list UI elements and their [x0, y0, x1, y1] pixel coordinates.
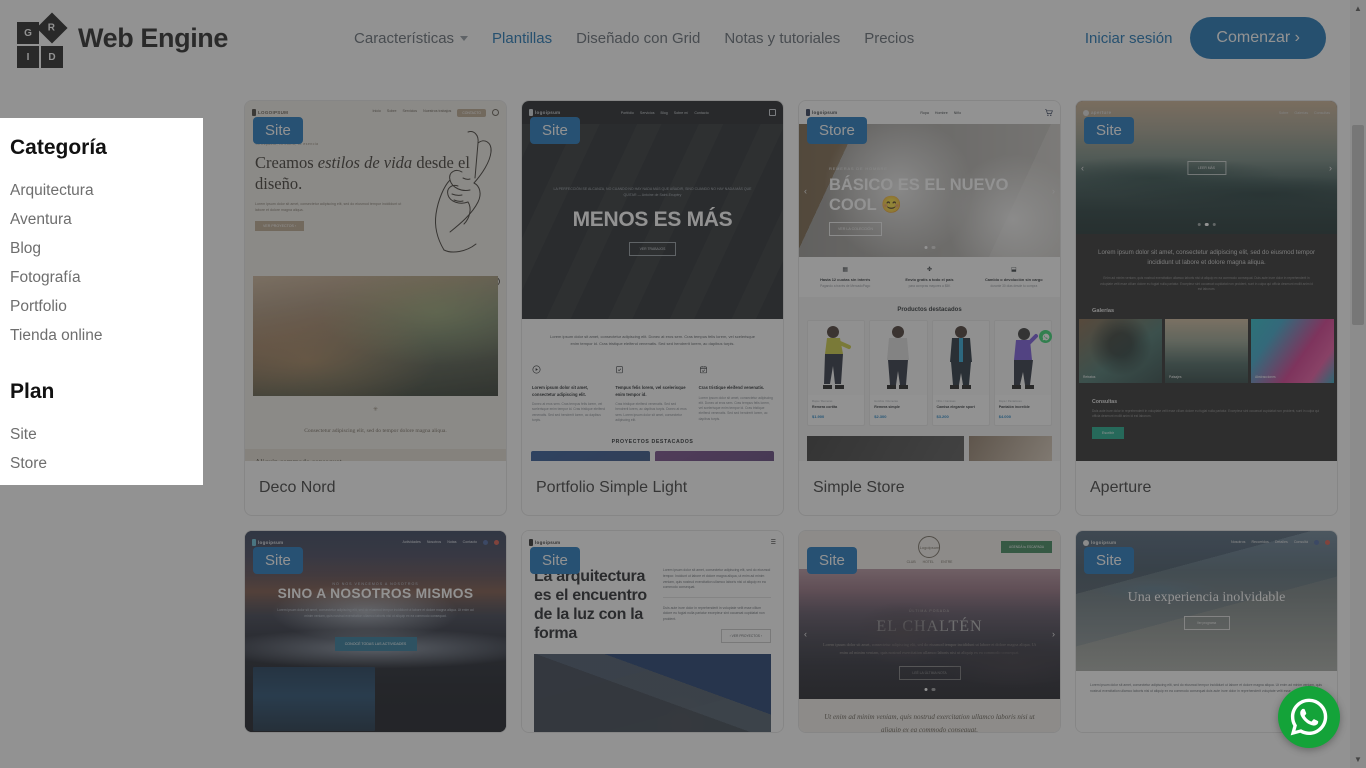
vertical-scrollbar[interactable]: ▲ ▼: [1350, 0, 1366, 768]
scrollbar-up-arrow[interactable]: ▲: [1350, 0, 1366, 17]
whatsapp-icon: [1290, 698, 1328, 736]
filter-item-blog[interactable]: Blog: [10, 234, 203, 263]
page-root: G R I D Web Engine Características Plant…: [0, 0, 1366, 768]
filter-item-portfolio[interactable]: Portfolio: [10, 292, 203, 321]
filter-item-fotografia[interactable]: Fotografía: [10, 263, 203, 292]
scrollbar-thumb[interactable]: [1352, 125, 1364, 325]
category-heading: Categoría: [10, 136, 107, 159]
scrollbar-down-arrow[interactable]: ▼: [1350, 751, 1366, 768]
scrollbar-dim-shade: [1350, 0, 1366, 768]
filter-item-store[interactable]: Store: [10, 449, 203, 478]
filter-panel: Categoría Arquitectura Aventura Blog Fot…: [0, 118, 203, 485]
filter-item-arquitectura[interactable]: Arquitectura: [10, 176, 203, 205]
filter-item-site[interactable]: Site: [10, 420, 203, 449]
filter-item-aventura[interactable]: Aventura: [10, 205, 203, 234]
whatsapp-float-button[interactable]: [1278, 686, 1340, 748]
filter-item-tienda-online[interactable]: Tienda online: [10, 321, 203, 350]
plan-heading: Plan: [10, 380, 55, 403]
